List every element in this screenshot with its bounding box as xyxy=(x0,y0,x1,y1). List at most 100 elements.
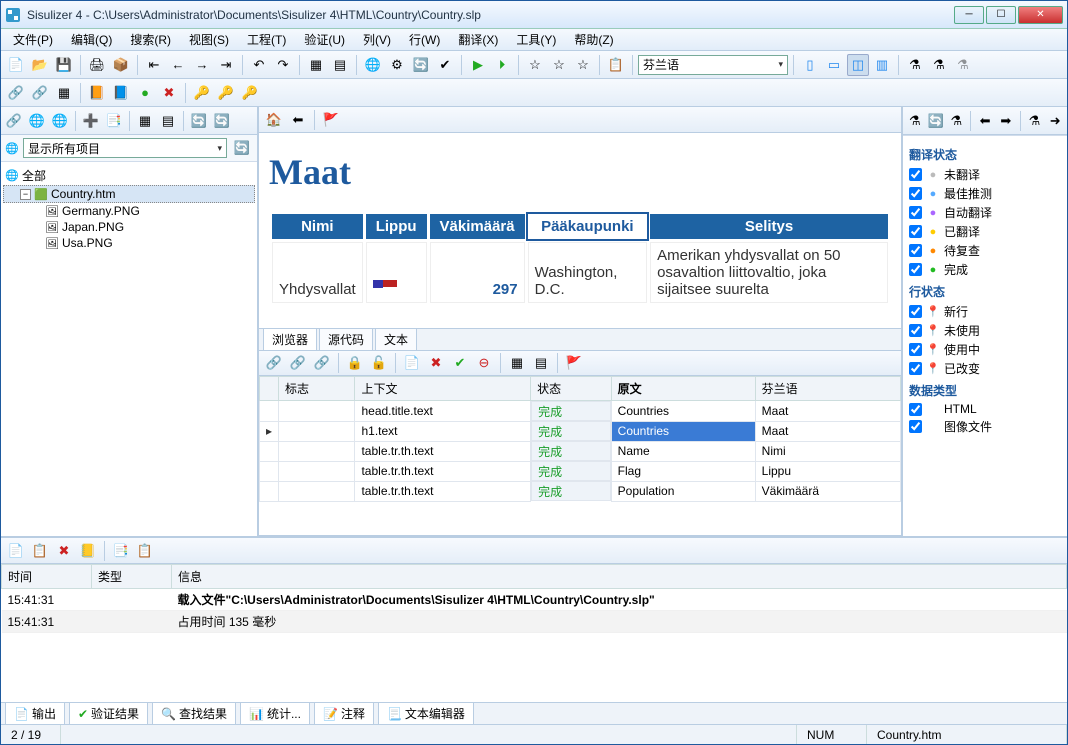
refresh-icon[interactable]: 🔄 xyxy=(188,110,210,132)
star-icon[interactable]: ☆ xyxy=(572,54,594,76)
filter-checkbox[interactable] xyxy=(909,225,922,238)
cube-icon[interactable]: 📦 xyxy=(110,54,132,76)
filter-item[interactable]: 📍已改变 xyxy=(909,359,1061,378)
filter-checkbox[interactable] xyxy=(909,362,922,375)
minimize-button[interactable]: ─ xyxy=(954,6,984,24)
filter-checkbox[interactable] xyxy=(909,263,922,276)
menu-project[interactable]: 工程(T) xyxy=(239,29,294,50)
layout3-icon[interactable]: ◫ xyxy=(847,54,869,76)
tab-source[interactable]: 源代码 xyxy=(319,328,373,350)
remove-icon[interactable]: ✖ xyxy=(425,352,447,374)
filter-item[interactable]: HTML xyxy=(909,401,1061,417)
play-icon[interactable]: ▶ xyxy=(467,54,489,76)
key2-icon[interactable]: 🔑 xyxy=(215,82,237,104)
col-mark[interactable]: 标志 xyxy=(279,377,355,401)
col-msg[interactable]: 信息 xyxy=(172,565,1067,589)
col-pop[interactable]: Väkimäärä xyxy=(430,214,525,239)
filter-checkbox[interactable] xyxy=(909,206,922,219)
filter-item[interactable]: ●已翻译 xyxy=(909,222,1061,241)
col-type[interactable]: 类型 xyxy=(92,565,172,589)
preview-area[interactable]: Maat Nimi Lippu Väkimäärä Pääkaupunki Se… xyxy=(259,133,901,328)
col-name[interactable]: Nimi xyxy=(272,214,363,239)
filter-checkbox[interactable] xyxy=(909,420,922,433)
tab-browser[interactable]: 浏览器 xyxy=(263,328,317,350)
clone-icon[interactable]: 📑 xyxy=(103,110,125,132)
filter2-icon[interactable]: ⚗ xyxy=(928,54,950,76)
table-row[interactable]: table.tr.th.text 完成 Population Väkimäärä xyxy=(260,481,901,501)
sync-icon[interactable]: 🔄 xyxy=(410,54,432,76)
tree-child[interactable]: 🖼 Japan.PNG xyxy=(3,219,255,235)
del-icon[interactable]: ✖ xyxy=(158,82,180,104)
filter-checkbox[interactable] xyxy=(909,403,922,416)
menu-edit[interactable]: 编辑(Q) xyxy=(63,29,120,50)
save-icon[interactable]: 💾 xyxy=(53,54,75,76)
link-icon[interactable]: 🔗 xyxy=(311,352,333,374)
table-row[interactable]: table.tr.th.text 完成 Flag Lippu xyxy=(260,461,901,481)
filter-item[interactable]: ●最佳推测 xyxy=(909,184,1061,203)
play-all-icon[interactable]: ⏵ xyxy=(491,54,513,76)
filter-checkbox[interactable] xyxy=(909,324,922,337)
collapse-icon[interactable]: ▤ xyxy=(157,110,179,132)
menu-search[interactable]: 搜索(R) xyxy=(122,29,179,50)
filter-item[interactable]: ●待复查 xyxy=(909,241,1061,260)
globe-icon[interactable]: 🌐 xyxy=(49,110,71,132)
delete-icon[interactable]: ✖ xyxy=(53,540,75,562)
tab-editor[interactable]: 📃文本编辑器 xyxy=(378,702,474,725)
tab-output[interactable]: 📄输出 xyxy=(5,702,65,725)
log-area[interactable]: 时间 类型 信息 15:41:31 载入文件"C:\Users\Administ… xyxy=(1,564,1067,702)
col-target[interactable]: 芬兰语 xyxy=(755,377,900,401)
filter-item[interactable]: ●完成 xyxy=(909,260,1061,279)
flag-icon[interactable]: 🚩 xyxy=(563,352,585,374)
filter-item[interactable]: ●未翻译 xyxy=(909,165,1061,184)
grid-icon[interactable]: ▦ xyxy=(305,54,327,76)
lock-icon[interactable]: 🔓 xyxy=(368,352,390,374)
filter-checkbox[interactable] xyxy=(909,168,922,181)
doc-icon[interactable]: 📄 xyxy=(5,540,27,562)
layout2-icon[interactable]: ▭ xyxy=(823,54,845,76)
arrow-prev-icon[interactable]: ← xyxy=(167,54,189,76)
filter-checkbox[interactable] xyxy=(909,187,922,200)
close-button[interactable]: ✕ xyxy=(1018,6,1063,24)
tab-find[interactable]: 🔍查找结果 xyxy=(152,702,236,725)
arrow-icon[interactable]: ➜ xyxy=(1045,110,1065,132)
tree-child[interactable]: 🖼 Germany.PNG xyxy=(3,203,255,219)
filter3-icon[interactable]: ⚗ xyxy=(952,54,974,76)
link-icon[interactable]: 🔗 xyxy=(3,110,25,132)
link-icon[interactable]: 🔗 xyxy=(5,82,27,104)
expand-icon[interactable]: ▦ xyxy=(134,110,156,132)
filter-item[interactable]: 📍未使用 xyxy=(909,321,1061,340)
col-flag[interactable]: Lippu xyxy=(366,214,427,239)
refresh-icon[interactable]: 🔄 xyxy=(926,110,946,132)
grid2-icon[interactable]: ▤ xyxy=(329,54,351,76)
undo-icon[interactable]: ↶ xyxy=(248,54,270,76)
menu-help[interactable]: 帮助(Z) xyxy=(566,29,621,50)
table-row[interactable]: table.tr.th.text 完成 Name Nimi xyxy=(260,441,901,461)
filter-checkbox[interactable] xyxy=(909,305,922,318)
menu-tools[interactable]: 工具(Y) xyxy=(508,29,564,50)
open-icon[interactable]: 📂 xyxy=(29,54,51,76)
tree-file[interactable]: − 🟩 Country.htm xyxy=(3,185,255,203)
arrow-next-icon[interactable]: → xyxy=(191,54,213,76)
filter-checkbox[interactable] xyxy=(909,343,922,356)
print-icon[interactable]: 🖨 xyxy=(86,54,108,76)
home-icon[interactable]: 🏠 xyxy=(263,109,285,131)
arrow-last-icon[interactable]: ⇥ xyxy=(215,54,237,76)
log-row[interactable]: 15:41:31 占用时间 135 毫秒 xyxy=(2,611,1067,633)
menu-file[interactable]: 文件(P) xyxy=(5,29,61,50)
menu-translate[interactable]: 翻译(X) xyxy=(450,29,506,50)
flag-icon[interactable]: 🚩 xyxy=(320,109,342,131)
copy-icon[interactable]: 📑 xyxy=(110,540,132,562)
link-icon[interactable]: 🔗 xyxy=(287,352,309,374)
filter-add-icon[interactable]: ⚗ xyxy=(1025,110,1045,132)
tab-notes[interactable]: 📝注释 xyxy=(314,702,374,725)
filter-icon[interactable]: ⚗ xyxy=(904,54,926,76)
book-icon[interactable]: 📙 xyxy=(86,82,108,104)
grid-icon[interactable]: ▦ xyxy=(53,82,75,104)
check-icon[interactable]: ✔ xyxy=(434,54,456,76)
table-row[interactable]: head.title.text 完成 Countries Maat xyxy=(260,401,901,422)
new-icon[interactable]: 📄 xyxy=(5,54,27,76)
filter-item[interactable]: 📍新行 xyxy=(909,302,1061,321)
copy-icon[interactable]: 📋 xyxy=(29,540,51,562)
tab-validate[interactable]: ✔验证结果 xyxy=(69,702,148,725)
table-row[interactable]: ▸ h1.text 完成 Countries Maat xyxy=(260,421,901,441)
